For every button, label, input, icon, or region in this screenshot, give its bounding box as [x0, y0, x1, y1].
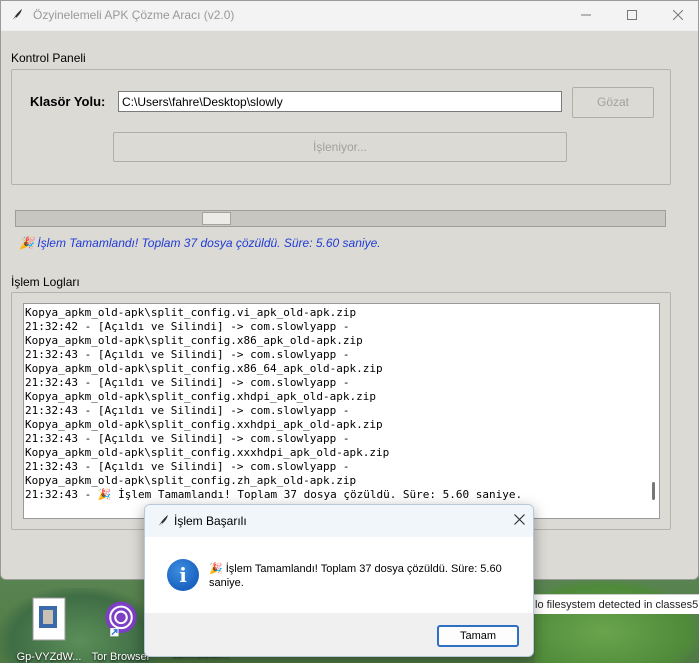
success-dialog: İşlem Başarılı i 🎉 İşlem Tamamlandı! Top…: [144, 504, 534, 657]
minimize-icon: [581, 14, 591, 16]
maximize-icon: [627, 10, 637, 20]
log-line: 21:32:43 - 🎉 İşlem Tamamlandı! Toplam 37…: [25, 488, 523, 501]
dialog-title-bar[interactable]: İşlem Başarılı: [145, 505, 533, 537]
close-icon: [672, 9, 684, 21]
log-textbox[interactable]: Kopya_apkm_old-apk\split_config.vi_apk_o…: [23, 303, 660, 519]
minimize-button[interactable]: [563, 1, 609, 30]
log-line: 21:32:42 - [Açıldı ve Silindi] -> com.sl…: [25, 320, 350, 333]
dialog-close-button[interactable]: [507, 509, 531, 533]
title-bar[interactable]: Özyinelemeli APK Çözme Aracı (v2.0): [1, 1, 698, 30]
dialog-message: 🎉 İşlem Tamamlandı! Toplam 37 dosya çözü…: [209, 563, 502, 589]
log-line: Kopya_apkm_old-apk\split_config.xxxhdpi_…: [25, 446, 390, 459]
process-button[interactable]: İşleniyor...: [113, 132, 567, 162]
progress-indicator: [202, 212, 231, 225]
log-line: Kopya_apkm_old-apk\split_config.x86_apk_…: [25, 334, 363, 347]
log-line: Kopya_apkm_old-apk\split_config.zh_apk_o…: [25, 474, 357, 487]
logs-label: İşlem Logları: [11, 275, 80, 289]
log-line: 21:32:43 - [Açıldı ve Silindi] -> com.sl…: [25, 404, 350, 417]
progress-fill: [16, 211, 665, 226]
feather-icon: [157, 515, 168, 528]
info-icon: i: [167, 559, 199, 591]
dialog-title: İşlem Başarılı: [174, 514, 247, 528]
browse-button[interactable]: Gözat: [572, 87, 654, 118]
log-line: 21:32:43 - [Açıldı ve Silindi] -> com.sl…: [25, 348, 350, 361]
folder-path-label: Klasör Yolu:: [30, 94, 106, 109]
log-line: 21:32:43 - [Açıldı ve Silindi] -> com.sl…: [25, 432, 350, 445]
log-line: Kopya_apkm_old-apk\split_config.xxhdpi_a…: [25, 418, 383, 431]
close-button[interactable]: [655, 1, 698, 30]
maximize-button[interactable]: [609, 1, 655, 30]
log-line: 21:32:43 - [Açıldı ve Silindi] -> com.sl…: [25, 460, 350, 473]
progress-bar: [15, 210, 666, 227]
control-panel-label: Kontrol Paneli: [11, 51, 86, 65]
dialog-body: i 🎉 İşlem Tamamlandı! Toplam 37 dosya çö…: [145, 537, 533, 613]
folder-path-input[interactable]: [118, 91, 562, 112]
background-window-text: lo filesystem detected in classes5.: [533, 594, 699, 614]
log-line: Kopya_apkm_old-apk\split_config.xhdpi_ap…: [25, 390, 376, 403]
log-scrollbar-thumb[interactable]: [652, 482, 655, 500]
desktop-icon-document[interactable]: Gp-VYZdW...: [14, 596, 84, 663]
window-client-area: Kontrol Paneli Klasör Yolu: Gözat İşleni…: [1, 31, 698, 579]
feather-icon: [11, 9, 22, 22]
wallpaper-decoration: [535, 578, 699, 663]
dialog-footer: Tamam: [145, 613, 533, 656]
log-line: Kopya_apkm_old-apk\split_config.x86_64_a…: [25, 362, 383, 375]
status-text: 🎉 İşlem Tamamlandı! Toplam 37 dosya çözü…: [19, 236, 381, 250]
close-icon: [513, 514, 525, 525]
tor-browser-icon: [105, 601, 137, 637]
log-line: Kopya_apkm_old-apk\split_config.vi_apk_o…: [25, 306, 357, 319]
desktop-icon-label: Gp-VYZdW...: [16, 651, 82, 663]
main-window: Özyinelemeli APK Çözme Aracı (v2.0) Kont…: [0, 0, 699, 580]
document-icon: [32, 597, 66, 641]
log-scrollbar[interactable]: [647, 304, 659, 518]
ok-button[interactable]: Tamam: [437, 625, 519, 647]
window-title: Özyinelemeli APK Çözme Aracı (v2.0): [33, 8, 235, 22]
log-line: 21:32:43 - [Açıldı ve Silindi] -> com.sl…: [25, 376, 350, 389]
